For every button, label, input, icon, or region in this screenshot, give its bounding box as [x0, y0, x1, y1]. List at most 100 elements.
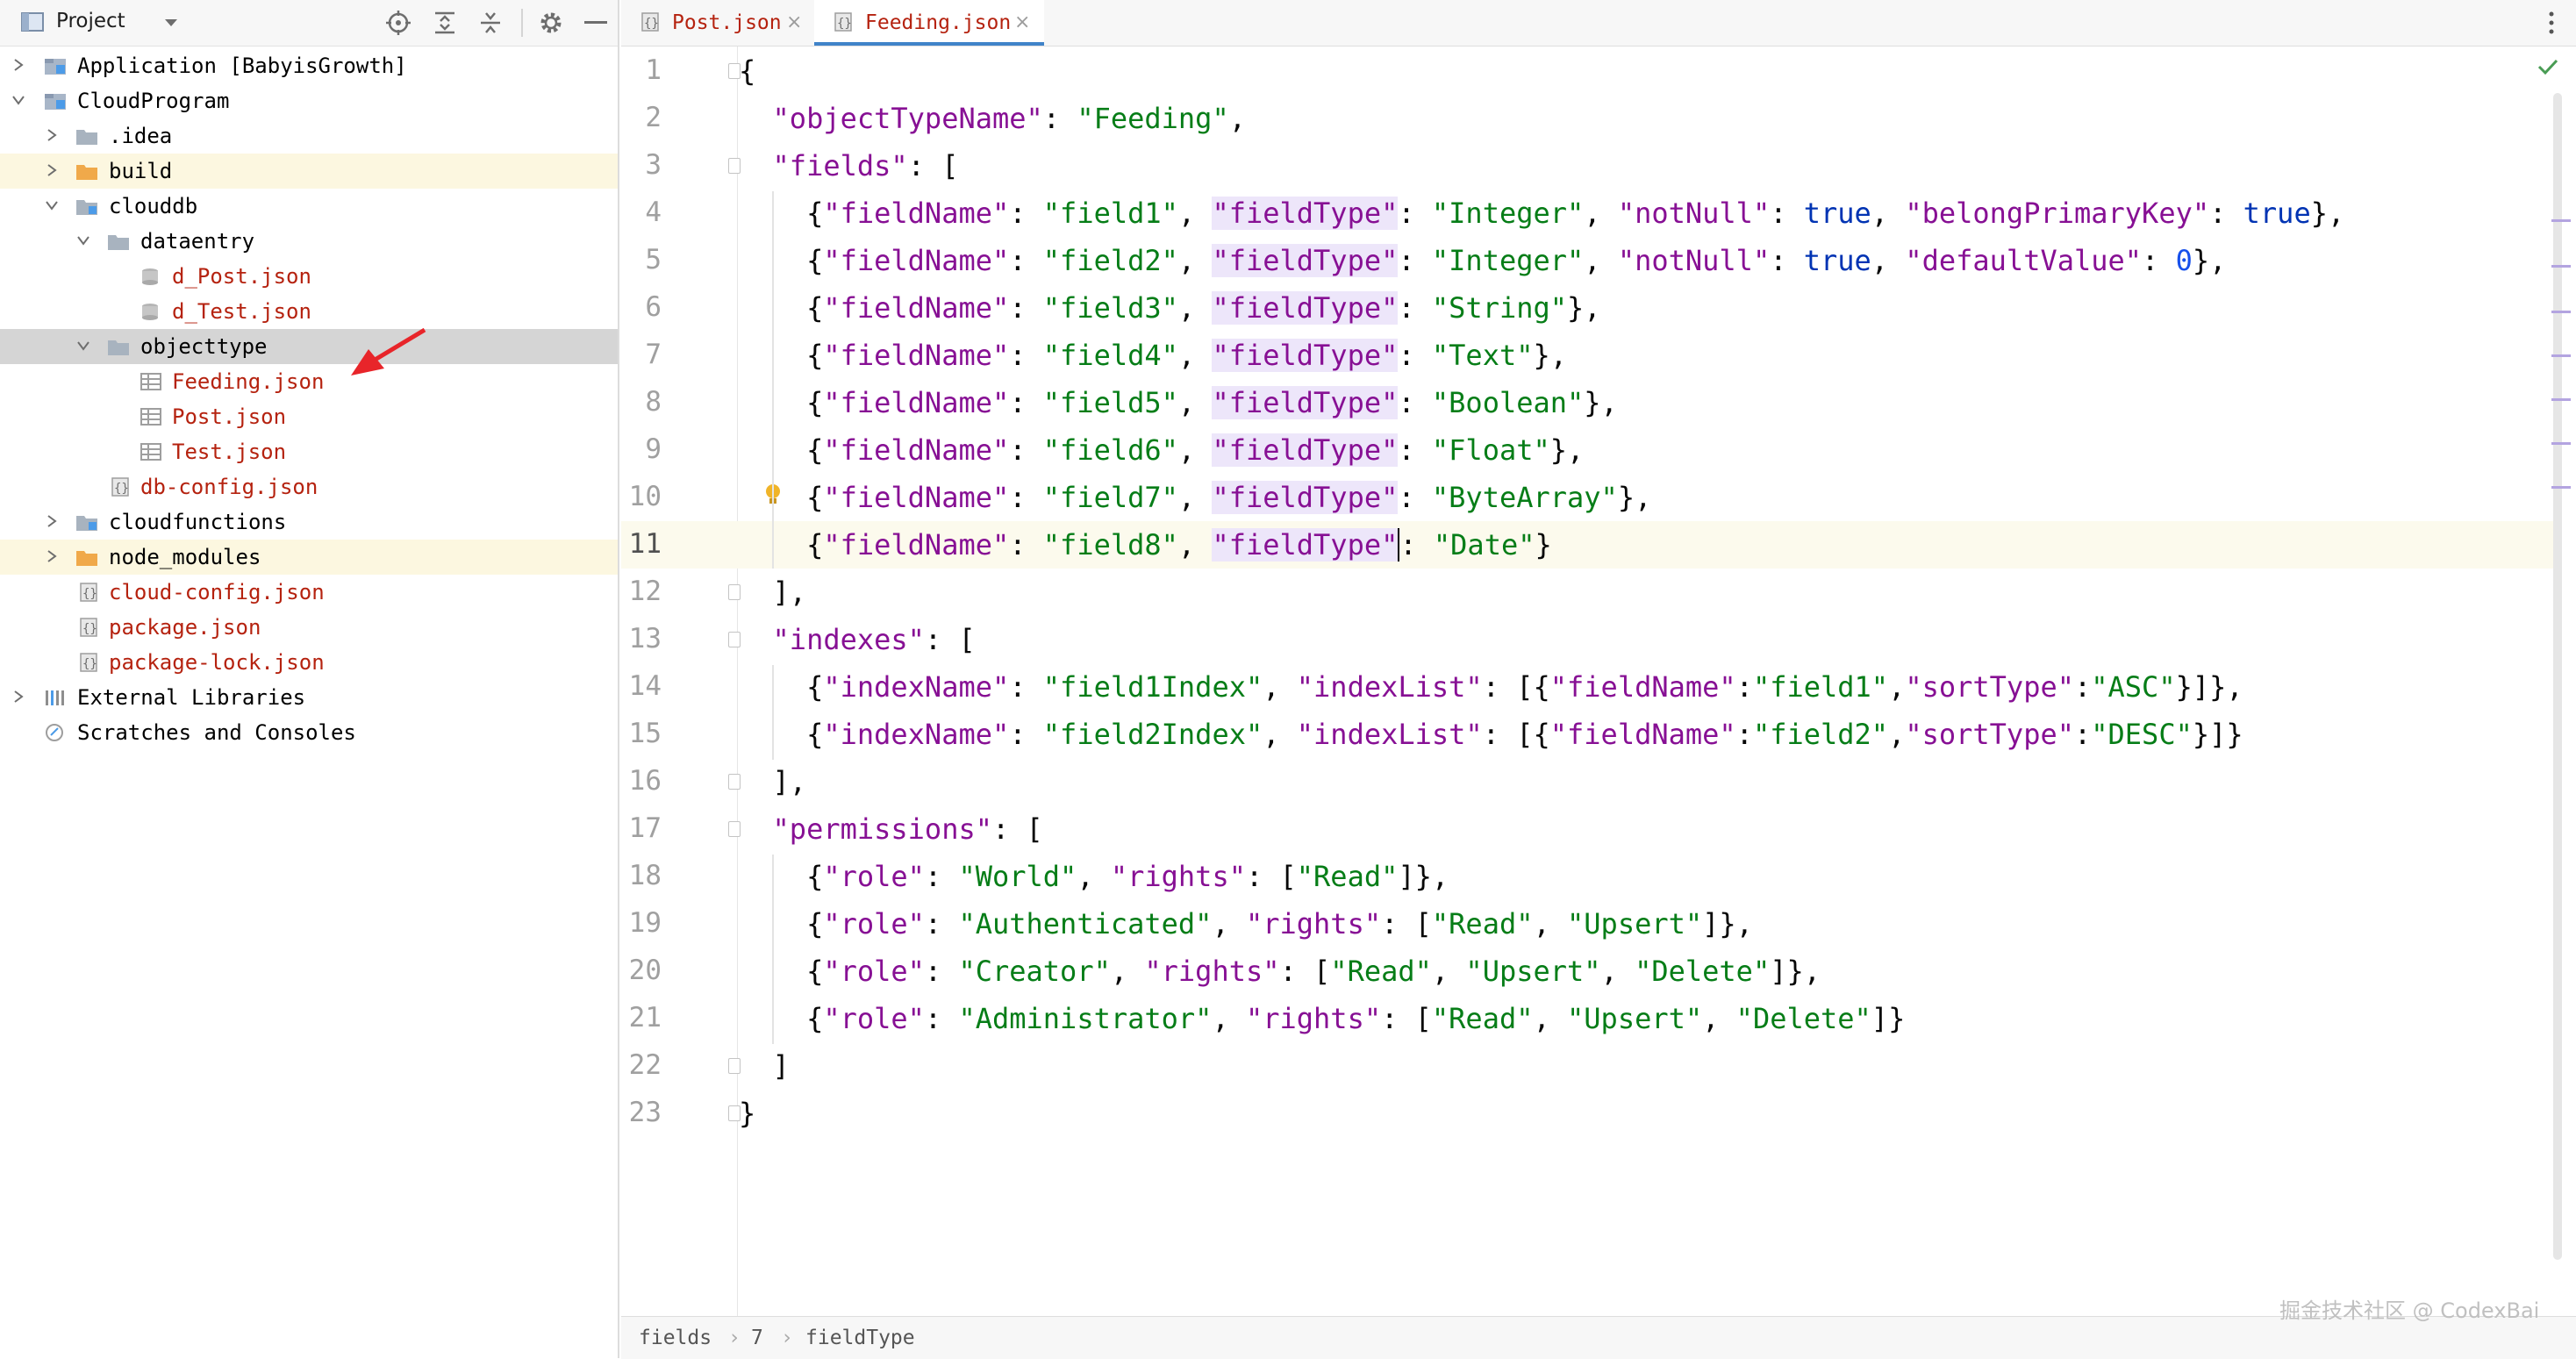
expand-all-icon[interactable] [433, 11, 456, 35]
code-line: {"fieldName": "field5", "fieldType": "Bo… [739, 379, 2553, 426]
tree-item-cloud-config-json[interactable]: {} cloud-config.json [0, 575, 618, 610]
scroll-marker [2551, 486, 2571, 489]
code-line: {"indexName": "field1Index", "indexList"… [739, 663, 2553, 711]
scratches-icon [46, 724, 63, 741]
line-number: 6 [645, 291, 662, 323]
code-line: {"role": "World", "rights": ["Read"]}, [739, 853, 2553, 900]
tree-item-package-lock-json[interactable]: {} package-lock.json [0, 645, 618, 680]
tree-item-label: package-lock.json [109, 650, 325, 675]
code-line: {"indexName": "field2Index", "indexList"… [739, 711, 2553, 758]
chevron-down-icon[interactable] [163, 18, 179, 28]
tab-label: Post.json [672, 11, 782, 34]
scroll-marker [2551, 219, 2571, 222]
chevron-right-icon[interactable] [46, 550, 58, 562]
code-line: "objectTypeName": "Feeding", [739, 95, 2553, 142]
code-text: {"role": "World", "rights": ["Read"]}, [739, 860, 1449, 893]
tree-item-label: Scratches and Consoles [77, 720, 356, 745]
chevron-right-icon[interactable] [46, 164, 58, 176]
table-icon [140, 408, 161, 426]
tree-item-label: CloudProgram [77, 89, 230, 113]
tab-feeding-json[interactable]: {} Feeding.json × [814, 0, 1044, 46]
chevron-right-icon[interactable] [46, 129, 58, 141]
project-panel-title[interactable]: Project [56, 10, 125, 32]
breadcrumb-item[interactable]: fieldType [805, 1317, 915, 1359]
tree-item-external-libraries[interactable]: External Libraries [0, 680, 618, 715]
hide-panel-icon[interactable] [584, 21, 607, 25]
code-line: ] [739, 1042, 2553, 1090]
chevron-down-icon[interactable] [77, 234, 89, 247]
folder-icon [76, 130, 97, 145]
vertical-scrollbar[interactable] [2553, 93, 2562, 1260]
tree-item-node-modules[interactable]: node_modules [0, 540, 618, 575]
tree-item-cloudfunctions[interactable]: cloudfunctions [0, 504, 618, 540]
tree-item-label: package.json [109, 615, 261, 640]
tree-item-package-json[interactable]: {} package.json [0, 610, 618, 645]
line-number: 18 [628, 860, 662, 891]
tab-post-json[interactable]: {} Post.json × [621, 0, 814, 46]
breadcrumb-item[interactable]: fields [639, 1317, 712, 1359]
tree-item-label: cloud-config.json [109, 580, 325, 604]
tree-item-label: build [109, 159, 173, 183]
gear-icon[interactable] [539, 11, 563, 35]
code-text: } [739, 1097, 756, 1130]
chevron-right-icon[interactable] [12, 690, 25, 703]
tree-item-cloudprogram[interactable]: CloudProgram [0, 83, 618, 118]
code-text: "objectTypeName": "Feeding", [772, 102, 1246, 135]
breadcrumb-item[interactable]: 7 [751, 1317, 763, 1359]
tree-item-d-post-json[interactable]: d_Post.json [0, 259, 618, 294]
code-text: "permissions": [ [772, 812, 1043, 846]
tree-item-d-test-json[interactable]: d_Test.json [0, 294, 618, 329]
database-icon [142, 268, 158, 285]
tree-item-objecttype[interactable]: objecttype [0, 329, 618, 364]
tree-item-post-json[interactable]: Post.json [0, 399, 618, 434]
tree-item-application[interactable]: Application [BabyisGrowth] [0, 48, 618, 83]
tree-item-label: dataentry [140, 229, 255, 254]
project-view-icon [21, 12, 44, 32]
code-text: {"role": "Administrator", "rights": ["Re… [739, 1002, 1906, 1035]
app-module-icon [45, 59, 66, 75]
svg-text:{}: {} [114, 482, 129, 496]
close-icon[interactable]: × [786, 0, 802, 46]
tree-item-label: objecttype [140, 334, 268, 359]
code-line: "indexes": [ [739, 616, 2553, 663]
chevron-down-icon[interactable] [12, 94, 25, 106]
line-number: 21 [628, 1002, 662, 1034]
code-line: ], [739, 569, 2553, 616]
code-line: "fields": [ [739, 142, 2553, 190]
more-options-icon[interactable] [2548, 11, 2555, 35]
svg-text:{}: {} [82, 657, 97, 671]
line-number: 4 [645, 197, 662, 228]
module-folder-icon [45, 94, 66, 110]
chevron-down-icon[interactable] [46, 199, 58, 211]
tree-item-test-json[interactable]: Test.json [0, 434, 618, 469]
chevron-right-icon[interactable] [12, 59, 25, 71]
code-line: {"fieldName": "field4", "fieldType": "Te… [739, 332, 2553, 379]
code-line: {"fieldName": "field1", "fieldType": "In… [739, 190, 2553, 237]
chevron-down-icon[interactable] [77, 340, 89, 352]
tree-item-build[interactable]: build [0, 154, 618, 189]
line-number: 17 [628, 812, 662, 844]
code-line: {"role": "Administrator", "rights": ["Re… [739, 995, 2553, 1042]
tree-item-label: .idea [109, 124, 173, 148]
tree-item-feeding-json[interactable]: Feeding.json [0, 364, 618, 399]
folder-icon [76, 200, 97, 215]
chevron-right-icon[interactable] [46, 515, 58, 527]
tab-label: Feeding.json [865, 11, 1012, 34]
tree-item-db-config-json[interactable]: {} db-config.json [0, 469, 618, 504]
tree-item-label: d_Post.json [172, 264, 311, 289]
code-line: {"fieldName": "field8", "fieldType": "Da… [739, 521, 2553, 569]
check-icon[interactable] [2537, 58, 2558, 75]
tree-item-scratches[interactable]: Scratches and Consoles [0, 715, 618, 750]
line-number: 8 [645, 386, 662, 418]
code-text: {"role": "Creator", "rights": ["Read", "… [739, 955, 1821, 988]
locate-file-icon[interactable] [386, 11, 411, 35]
code-line: ], [739, 758, 2553, 805]
tree-item-dataentry[interactable]: dataentry [0, 224, 618, 259]
close-icon[interactable]: × [1014, 0, 1030, 46]
tree-item-clouddb[interactable]: clouddb [0, 189, 618, 224]
line-number: 19 [628, 907, 662, 939]
code-text: "fields": [ [772, 149, 959, 182]
collapse-all-icon[interactable] [479, 11, 502, 35]
code-text: ], [739, 576, 807, 609]
tree-item-idea[interactable]: .idea [0, 118, 618, 154]
